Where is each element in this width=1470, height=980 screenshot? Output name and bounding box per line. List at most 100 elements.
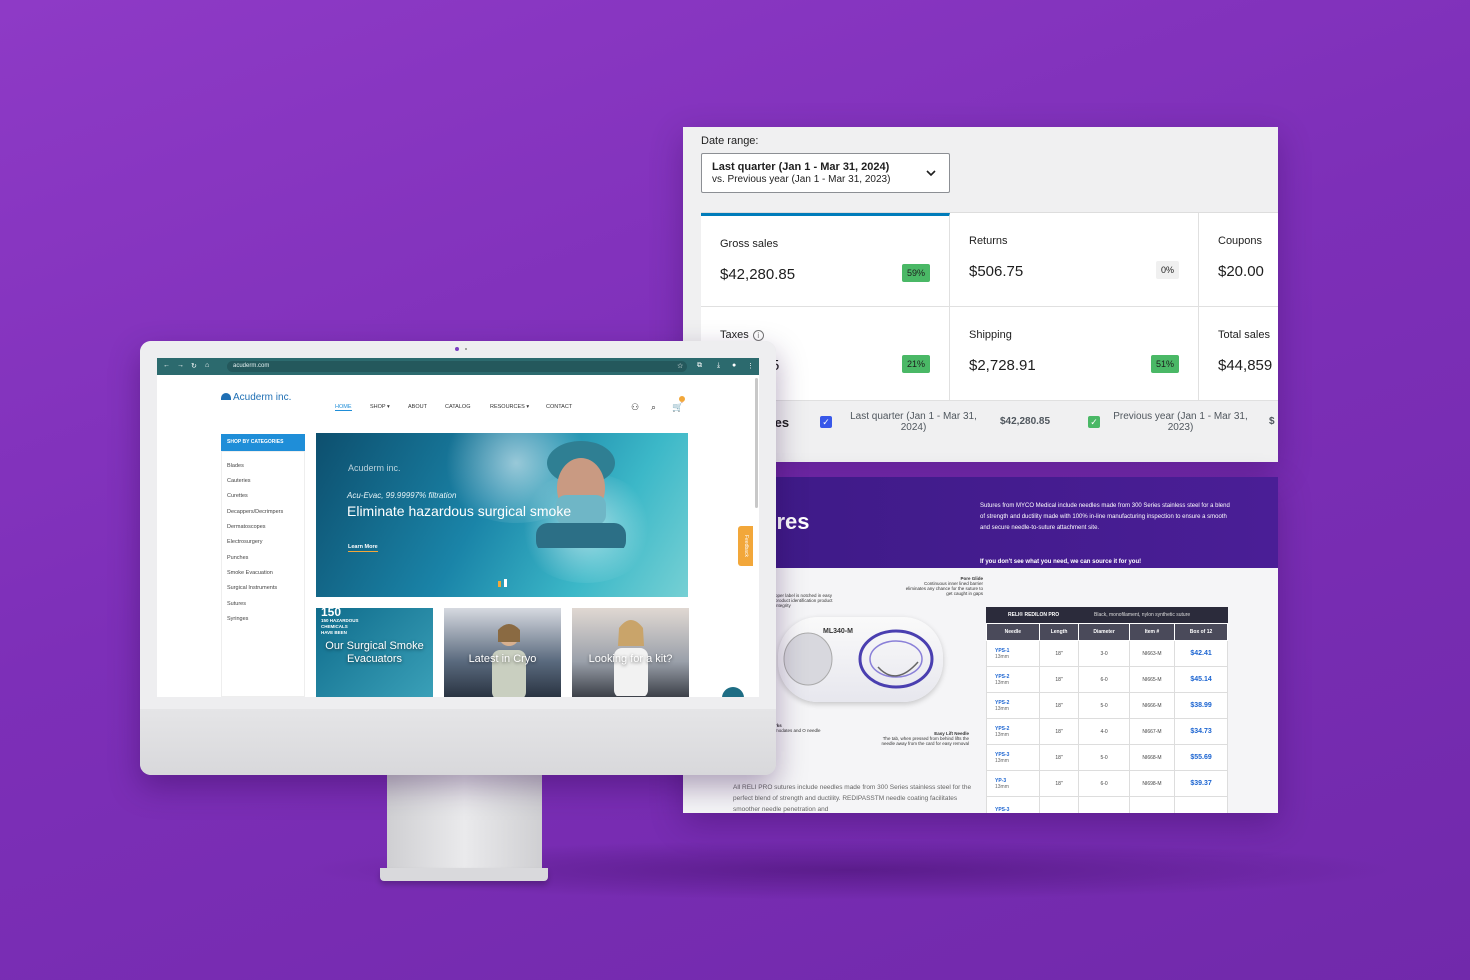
feedback-tab[interactable]: Feedback [738,526,753,566]
table-cell-length: 18" [1038,640,1080,667]
table-cell-diameter: 4-0 [1078,718,1130,745]
table-cell-diameter [1078,796,1130,813]
tile-looking-for-kit[interactable]: Looking for a kit? [572,608,689,697]
suture-table: Needle Length Diameter Item # Box of 12 … [986,623,1228,813]
card-value: $506.75 [969,263,1024,280]
profile-icon[interactable]: ● [732,362,736,369]
category-cauteries[interactable]: Cauteries [227,478,251,484]
category-dermatoscopes[interactable]: Dermatoscopes [227,524,266,530]
col-header: Box of 12 [1174,623,1228,641]
hero-kicker: Acu-Evac, 99.99997% filtration [347,491,457,500]
nav-shop[interactable]: SHOP ▾ [370,404,390,410]
browser-toolbar: ← → ↻ ⌂ acuderm.com ☆ ⧉ ⤓ ● ⋮ [157,358,759,375]
nav-shop-label: SHOP [370,404,386,410]
table-brand: RELI® REDILON PRO [1008,612,1060,618]
pack-label: ML340-M [823,628,853,635]
menu-dots-icon[interactable]: ⋮ [747,362,754,370]
suture-pack-image [778,617,943,702]
account-icon[interactable]: ⚇ [631,402,639,413]
info-icon[interactable]: i [752,329,764,341]
nav-home[interactable]: HOME [335,404,352,411]
table-row: YPS-3 13mm 18" 5-0 NI668-M $55.69 [986,744,1228,771]
date-range-compare: vs. Previous year (Jan 1 - Mar 31, 2023) [712,174,891,185]
back-icon[interactable]: ← [163,362,170,369]
scrollbar[interactable] [755,378,758,508]
home-icon[interactable]: ⌂ [205,362,209,369]
table-cell-needle: YPS-1 13mm [986,640,1040,667]
tile-latest-cryo[interactable]: Latest in Cryo [444,608,561,697]
category-surgical-instruments[interactable]: Surgical Instruments [227,585,277,591]
needle-size: 13mm [995,783,1009,790]
change-badge: 59% [901,264,930,282]
table-cell-price: $38.99 [1174,692,1228,719]
category-syringes[interactable]: Syringes [227,616,248,622]
nav-about[interactable]: ABOUT [408,404,427,410]
date-range-select[interactable]: Last quarter (Jan 1 - Mar 31, 2024) vs. … [701,153,950,193]
doc-intro: Sutures from MYCO Medical include needle… [980,503,1230,531]
card-shipping[interactable]: Shipping $2,728.91 51% [950,307,1199,401]
tile-overlay-text: 150 HAZARDOUS CHEMICALS HAVE BEEN [321,618,359,635]
table-cell-item: NI667-M [1128,718,1176,745]
cart-icon[interactable]: 🛒 [672,402,683,413]
date-range-value: Last quarter (Jan 1 - Mar 31, 2024) [712,161,890,173]
learn-more-link[interactable]: Learn More [348,544,378,552]
category-smoke-evacuation[interactable]: Smoke Evacuation [227,570,273,576]
card-value: $2,728.91 [969,357,1036,374]
category-punches[interactable]: Punches [227,555,248,561]
slider-dot-active[interactable] [498,581,501,587]
table-cell-needle: YP-3 13mm [986,770,1040,797]
card-gross-sales[interactable]: Gross sales $42,280.85 59% [701,213,950,307]
doc-callout: If you don't see what you need, we can s… [980,559,1142,565]
table-header-row: Needle Length Diameter Item # Box of 12 [986,623,1228,641]
category-list: Blades Cauteries Curettes Decappers/Decr… [221,451,305,697]
table-cell-length: 18" [1038,666,1080,693]
slider-dot[interactable] [504,579,507,587]
nav-contact[interactable]: CONTACT [546,404,572,410]
table-row: YPS-3 [986,796,1228,813]
table-cell-diameter: 5-0 [1078,744,1130,771]
table-cell-item: NI663-M [1128,640,1176,667]
site-logo[interactable]: Acuderm inc. [221,392,291,403]
star-icon[interactable]: ☆ [677,362,683,370]
hero-banner[interactable]: Acuderm inc. Acu-Evac, 99.99997% filtrat… [316,433,688,597]
checkbox-previous[interactable]: ✓ [1088,416,1100,428]
table-row: YPS-1 13mm 18" 3-0 NI663-M $42.41 [986,640,1228,667]
search-icon[interactable]: ⌕ [651,402,656,413]
note-label: oper label is notched in easy product id… [775,593,833,608]
note-marks: rks modates and O needle [775,723,825,733]
table-brand-header: RELI® REDILON PRO Black, monofilament, n… [986,607,1228,623]
tile-smoke-evacuators[interactable]: 150 150 HAZARDOUS CHEMICALS HAVE BEEN Ou… [316,608,433,697]
card-returns[interactable]: Returns $506.75 0% [950,213,1199,307]
chat-widget-icon[interactable] [722,687,744,697]
table-description: Black, monofilament, nylon synthetic sut… [1094,612,1191,618]
download-icon[interactable]: ⤓ [717,362,720,370]
col-header: Length [1038,623,1080,641]
needle-size: 13mm [995,757,1009,764]
category-decappers[interactable]: Decappers/Decrimpers [227,509,283,515]
table-body: YPS-1 13mm 18" 3-0 NI663-M $42.41 YPS-2 13mm 18"… [986,640,1228,813]
card-value: $42,280.85 [720,266,796,283]
camera-dot [455,347,459,351]
tile-label: Latest in Cryo [468,653,537,665]
category-curettes[interactable]: Curettes [227,493,248,499]
table-cell-price: $39.37 [1174,770,1228,797]
table-cell-item: NI666-M [1128,692,1176,719]
forward-icon[interactable]: → [177,362,184,369]
category-sutures[interactable]: Sutures [227,601,246,607]
summary-cards: Gross sales $42,280.85 59% Returns $506.… [701,212,1278,401]
card-total-sales[interactable]: Total sales $44,859 [1199,307,1278,401]
category-blades[interactable]: Blades [227,463,244,469]
card-coupons[interactable]: Coupons $20.00 [1199,213,1278,307]
card-label: Total sales [1218,329,1270,341]
extensions-icon[interactable]: ⧉ [697,362,702,370]
category-electrosurgery[interactable]: Electrosurgery [227,539,262,545]
address-bar[interactable]: acuderm.com [227,361,687,372]
table-cell-price [1174,796,1228,813]
logo-text: Acuderm inc. [233,392,292,403]
checkbox-current[interactable]: ✓ [820,416,832,428]
nav-catalog[interactable]: CATALOG [445,404,470,410]
nav-resources[interactable]: RESOURCES ▾ [490,404,529,410]
reload-icon[interactable]: ↻ [191,362,197,370]
table-cell-item [1128,796,1176,813]
card-value: $44,859 [1218,357,1273,374]
